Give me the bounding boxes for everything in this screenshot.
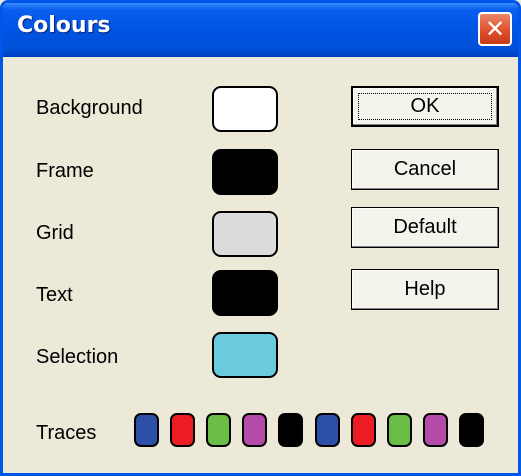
help-button[interactable]: Help [351, 269, 499, 310]
grid-swatch[interactable] [212, 211, 278, 257]
default-button[interactable]: Default [351, 207, 499, 248]
background-label: Background [36, 97, 143, 119]
trace-swatch[interactable] [351, 413, 376, 447]
traces-label: Traces [36, 422, 97, 444]
dialog-title: Colours [17, 13, 111, 38]
frame-swatch[interactable] [212, 149, 278, 195]
title-bar[interactable]: Colours ✕ [3, 3, 518, 57]
selection-label: Selection [36, 346, 119, 368]
default-label: Default [393, 216, 457, 238]
cancel-label: Cancel [393, 158, 457, 180]
trace-swatch[interactable] [278, 413, 303, 447]
background-swatch[interactable] [212, 86, 278, 132]
trace-swatch[interactable] [242, 413, 267, 447]
trace-swatch[interactable] [423, 413, 448, 447]
grid-label: Grid [36, 222, 74, 244]
close-icon: ✕ [484, 15, 506, 43]
text-swatch[interactable] [212, 270, 278, 316]
trace-swatch[interactable] [387, 413, 412, 447]
trace-swatch[interactable] [134, 413, 159, 447]
text-label: Text [36, 284, 73, 306]
help-label: Help [404, 278, 446, 300]
trace-swatch[interactable] [459, 413, 484, 447]
trace-swatch[interactable] [315, 413, 340, 447]
cancel-button[interactable]: Cancel [351, 149, 499, 190]
trace-swatch[interactable] [170, 413, 195, 447]
ok-button[interactable]: OK [351, 86, 499, 127]
colours-dialog: Colours ✕ Background Frame Grid Text Sel… [0, 0, 521, 476]
selection-swatch[interactable] [212, 332, 278, 378]
frame-label: Frame [36, 160, 94, 182]
close-button[interactable]: ✕ [478, 12, 512, 46]
ok-label: OK [410, 95, 440, 117]
trace-swatch[interactable] [206, 413, 231, 447]
